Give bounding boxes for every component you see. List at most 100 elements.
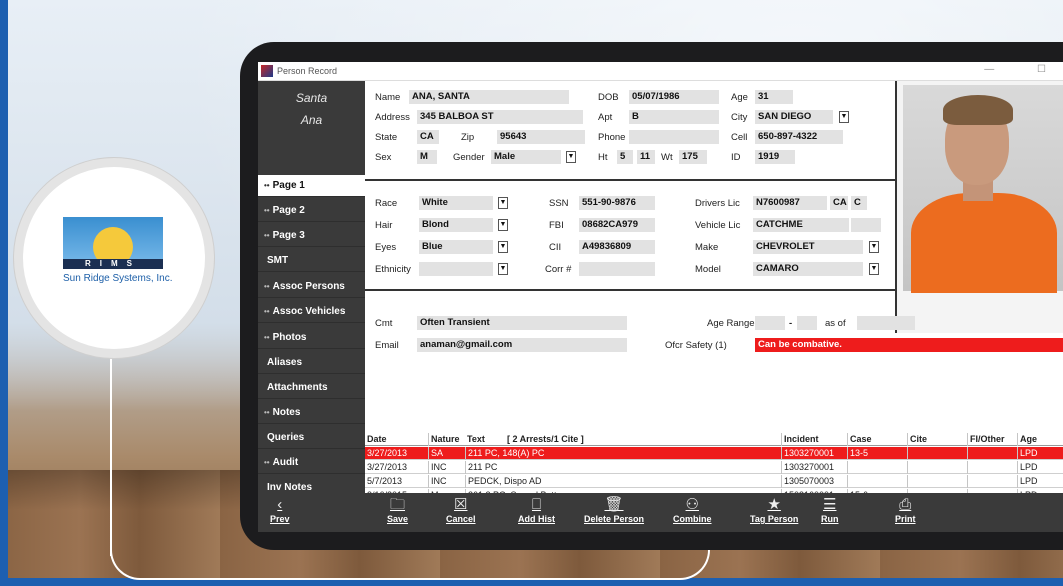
combine-button[interactable]: ⚇ Combine [673, 496, 712, 524]
col-date[interactable]: Date [365, 433, 428, 446]
sidebar-item-assoc-persons[interactable]: •• Assoc Persons [258, 276, 365, 298]
age-label: Age [731, 92, 748, 103]
as-of-field[interactable] [857, 316, 915, 330]
save-button[interactable]: 🗀 Save [387, 496, 408, 524]
cell-date: 3/27/2013 [367, 462, 408, 472]
race-dropdown-icon[interactable]: ▼ [498, 197, 508, 209]
vehicle-lic-state[interactable] [851, 218, 881, 232]
cell-cite [907, 447, 967, 460]
id-field[interactable]: 1919 [755, 150, 795, 164]
ssn-field[interactable]: 551-90-9876 [579, 196, 655, 210]
print-button[interactable]: ⎙ Print [895, 496, 916, 524]
add-hist-button[interactable]: ⎕ Add Hist [518, 496, 555, 524]
col-incident[interactable]: Incident [781, 433, 847, 446]
ofcr-safety-field[interactable]: Can be combative. [755, 338, 1063, 352]
cell-date: 3/27/2013 [367, 448, 408, 458]
table-row[interactable]: 3/27/2013 SA 211 PC, 148(A) PC 1303270001 13… [365, 447, 1063, 460]
drivers-lic-class[interactable]: C [851, 196, 867, 210]
tag-person-button[interactable]: ★ Tag Person [750, 496, 798, 524]
eyes-dropdown-icon[interactable]: ▼ [498, 241, 508, 253]
phone-label: Phone [598, 132, 626, 143]
sidebar-item-notes[interactable]: •• Notes [258, 402, 365, 424]
ofcr-safety-label: Ofcr Safety (1) [665, 340, 727, 351]
model-field[interactable]: CAMARO [753, 262, 863, 276]
race-field[interactable]: White [419, 196, 493, 210]
drivers-lic-state[interactable]: CA [830, 196, 848, 210]
fbi-field[interactable]: 08682CA979 [579, 218, 655, 232]
gender-field[interactable]: Male [491, 150, 561, 164]
age-field[interactable]: 31 [755, 90, 793, 104]
dob-label: DOB [598, 92, 619, 103]
folder-save-icon: 🗀 [390, 496, 406, 513]
sidebar-item-photos[interactable]: •• Photos [258, 327, 365, 349]
age-range-min[interactable] [755, 316, 785, 330]
city-field[interactable]: SAN DIEGO [755, 110, 833, 124]
dob-field[interactable]: 05/07/1986 [629, 90, 719, 104]
delete-person-button[interactable]: 🗑 Delete Person [584, 496, 644, 524]
col-text[interactable]: Text [465, 433, 505, 446]
name-field[interactable]: ANA, SANTA [409, 90, 569, 104]
window-title: Person Record [277, 66, 338, 76]
drivers-lic-field[interactable]: N7600987 [753, 196, 827, 210]
eyes-field[interactable]: Blue [419, 240, 493, 254]
make-label: Make [695, 242, 719, 253]
cell-field[interactable]: 650-897-4322 [755, 130, 843, 144]
window-controls[interactable]: — ☐ [984, 64, 1063, 75]
make-field[interactable]: CHEVROLET [753, 240, 863, 254]
table-header: Date Nature Text [ 2 Arrests/1 Cite ] In… [365, 433, 1063, 446]
col-fi-other[interactable]: FI/Other [967, 433, 1017, 446]
sidebar-item-queries[interactable]: Queries [258, 427, 365, 449]
sidebar-item-aliases[interactable]: Aliases [258, 352, 365, 374]
run-button[interactable]: ☰ Run [821, 496, 839, 524]
wt-field[interactable]: 175 [679, 150, 707, 164]
cmt-field[interactable]: Often Transient [417, 316, 627, 330]
col-nature[interactable]: Nature [428, 433, 465, 446]
cell-case [847, 475, 907, 488]
model-dropdown-icon[interactable]: ▼ [869, 263, 879, 275]
vehicle-lic-field[interactable]: CATCHME [753, 218, 849, 232]
sidebar-item-page-3[interactable]: •• Page 3 [258, 225, 365, 247]
cancel-button[interactable]: ☒ Cancel [446, 496, 476, 524]
hair-field[interactable]: Blond [419, 218, 493, 232]
cancel-icon: ☒ [454, 496, 468, 513]
chevron-left-icon: ‹ [277, 496, 283, 513]
col-cite[interactable]: Cite [907, 433, 967, 446]
cell-nature: SA [428, 447, 465, 460]
col-agency[interactable]: Age [1017, 433, 1063, 446]
phone-field[interactable] [629, 130, 719, 144]
corr-field[interactable] [579, 262, 655, 276]
email-field[interactable]: anaman@gmail.com [417, 338, 627, 352]
sidebar-item-page-2[interactable]: •• Page 2 [258, 200, 365, 222]
ht-feet-field[interactable]: 5 [617, 150, 633, 164]
make-dropdown-icon[interactable]: ▼ [869, 241, 879, 253]
company-name: Sun Ridge Systems, Inc. [63, 273, 173, 284]
zip-field[interactable]: 95643 [497, 130, 585, 144]
ethnicity-dropdown-icon[interactable]: ▼ [498, 263, 508, 275]
prev-button[interactable]: ‹ Prev [270, 496, 290, 524]
address-field[interactable]: 345 BALBOA ST [417, 110, 583, 124]
table-row[interactable]: 5/7/2013 INC PEDCK, Dispo AD 1305070003 LPD [365, 475, 1063, 488]
state-field[interactable]: CA [417, 130, 439, 144]
apt-field[interactable]: B [629, 110, 719, 124]
sex-field[interactable]: M [417, 150, 437, 164]
vehicle-lic-label: Vehicle Lic [695, 220, 741, 231]
sidebar-item-assoc-vehicles[interactable]: •• Assoc Vehicles [258, 301, 365, 323]
sidebar-item-page-1[interactable]: •• Page 1 [258, 175, 365, 197]
cell-other [967, 447, 1017, 460]
trash-icon: 🗑 [604, 496, 624, 513]
sun-rays-icon [63, 217, 163, 259]
col-case[interactable]: Case [847, 433, 907, 446]
ethnicity-field[interactable] [419, 262, 493, 276]
apt-label: Apt [598, 112, 613, 123]
cii-field[interactable]: A49836809 [579, 240, 655, 254]
sidebar-item-attachments[interactable]: Attachments [258, 377, 365, 399]
city-dropdown-icon[interactable]: ▼ [839, 111, 849, 123]
ht-inches-field[interactable]: 11 [637, 150, 655, 164]
age-range-max[interactable] [797, 316, 817, 330]
hair-label: Hair [375, 220, 393, 231]
sidebar-item-audit[interactable]: •• Audit [258, 452, 365, 474]
gender-dropdown-icon[interactable]: ▼ [566, 151, 576, 163]
hair-dropdown-icon[interactable]: ▼ [498, 219, 508, 231]
table-row[interactable]: 3/27/2013 INC 211 PC 1303270001 LPD [365, 461, 1063, 474]
sidebar-item-smt[interactable]: SMT [258, 250, 365, 272]
